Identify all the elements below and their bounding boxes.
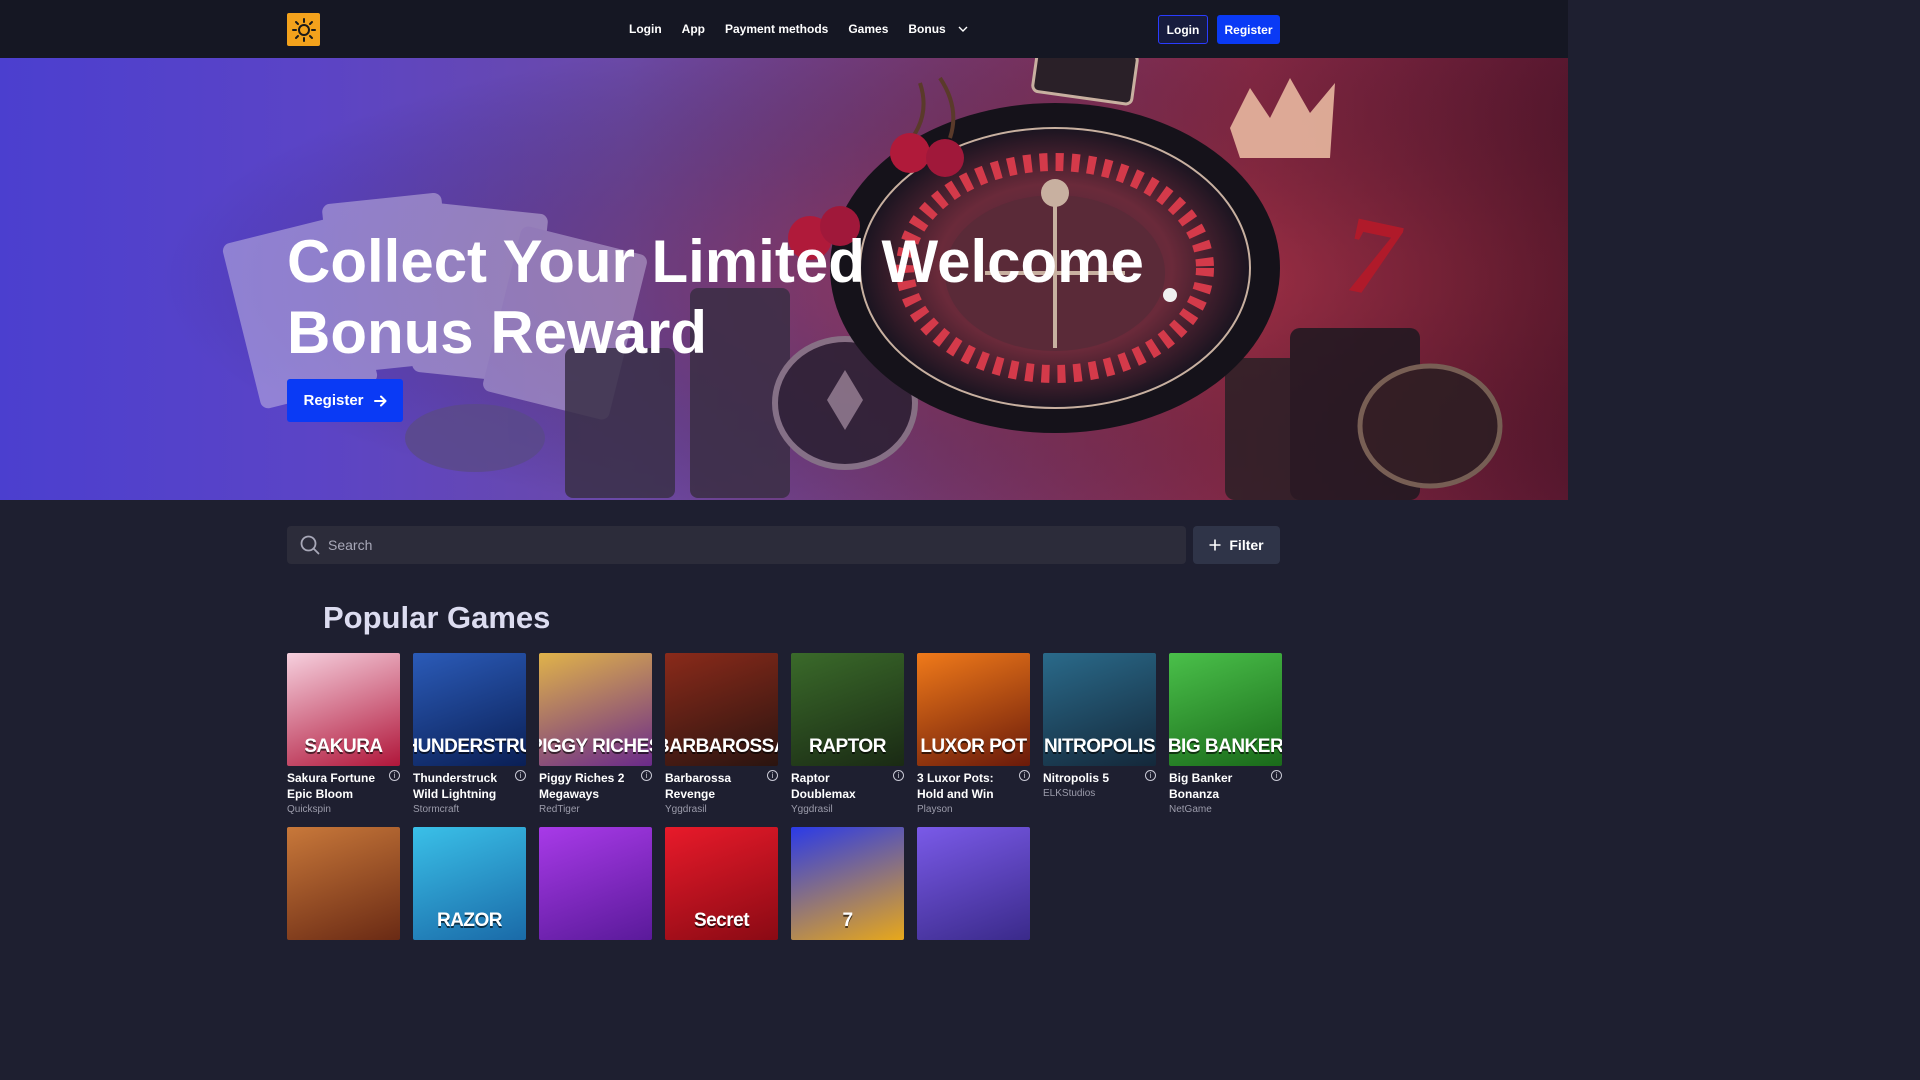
search-input[interactable]	[328, 537, 1148, 553]
game-logo-art: THUNDERSTRUC	[413, 736, 526, 757]
game-logo-art: 7	[842, 910, 853, 931]
game-thumbnail[interactable]: 7	[791, 827, 904, 940]
hero-register-label: Register	[303, 392, 364, 409]
game-meta: Sakura Fortune Epic Bloom Quickspin i	[287, 766, 400, 815]
game-card[interactable]: RAPTOR Raptor Doublemax Yggdrasil i	[791, 653, 904, 815]
hero-register-button[interactable]: Register	[287, 379, 403, 422]
game-meta: Big Banker Bonanza NetGame i	[1169, 766, 1282, 815]
game-title[interactable]: Piggy Riches 2 Megaways	[539, 770, 637, 802]
hero-title: Collect Your Limited Welcome Bonus Rewar…	[287, 228, 1144, 366]
game-card[interactable]: BARBAROSSA Barbarossa Revenge Yggdrasil i	[665, 653, 778, 815]
info-icon[interactable]: i	[641, 770, 652, 781]
section-title: Popular Games	[323, 600, 551, 635]
game-logo-art: RAZOR	[436, 910, 503, 931]
game-card[interactable]: BIG BANKER Big Banker Bonanza NetGame i	[1169, 653, 1282, 815]
register-button[interactable]: Register	[1217, 15, 1280, 44]
game-provider: Quickspin	[287, 804, 331, 815]
main-nav: Login App Payment methods Games Bonus	[629, 0, 968, 58]
game-title[interactable]: Sakura Fortune Epic Bloom	[287, 770, 385, 802]
game-card[interactable]: NITROPOLIS Nitropolis 5 ELKStudios i	[1043, 653, 1156, 815]
info-icon[interactable]: i	[1145, 770, 1156, 781]
game-title[interactable]: Big Banker Bonanza	[1169, 770, 1267, 802]
info-icon[interactable]: i	[515, 770, 526, 781]
game-meta: Raptor Doublemax Yggdrasil i	[791, 766, 904, 815]
game-meta: Nitropolis 5 ELKStudios i	[1043, 766, 1156, 799]
game-thumbnail[interactable]: Secret	[665, 827, 778, 940]
game-logo-art: Secret	[693, 910, 750, 931]
game-title[interactable]: Raptor Doublemax	[791, 770, 889, 802]
hero-banner: 7 Collect Your Limited Welcome Bonus Rew…	[0, 58, 1568, 500]
game-logo-art: NITROPOLIS	[1043, 736, 1156, 757]
game-card[interactable]: RAZOR	[413, 827, 526, 940]
game-thumbnail[interactable]: BARBAROSSA	[665, 653, 778, 766]
game-provider: Yggdrasil	[665, 804, 707, 815]
game-thumbnail[interactable]: RAPTOR	[791, 653, 904, 766]
game-card[interactable]: 7	[791, 827, 904, 940]
search-icon	[300, 535, 320, 555]
game-logo-art: BIG BANKER	[1169, 736, 1282, 757]
arrow-right-icon	[373, 395, 387, 406]
filter-button[interactable]: Filter	[1193, 526, 1280, 564]
info-icon[interactable]: i	[1019, 770, 1030, 781]
game-thumbnail[interactable]	[917, 827, 1030, 940]
game-provider: ELKStudios	[1043, 788, 1096, 799]
game-thumbnail[interactable]: PIGGY RICHES	[539, 653, 652, 766]
game-meta: Barbarossa Revenge Yggdrasil i	[665, 766, 778, 815]
game-card[interactable]	[287, 827, 400, 940]
site-logo[interactable]	[287, 13, 320, 46]
game-logo-art: RAPTOR	[809, 736, 886, 757]
game-provider: RedTiger	[539, 804, 580, 815]
sun-logo-icon	[291, 17, 316, 42]
game-title[interactable]: Thunderstruck Wild Lightning	[413, 770, 511, 802]
game-title[interactable]: Nitropolis 5	[1043, 770, 1141, 786]
search-bar	[287, 526, 1186, 564]
game-thumbnail[interactable]: BIG BANKER	[1169, 653, 1282, 766]
game-meta: Piggy Riches 2 Megaways RedTiger i	[539, 766, 652, 815]
info-icon[interactable]: i	[893, 770, 904, 781]
game-thumbnail[interactable]: LUXOR POT	[917, 653, 1030, 766]
nav-games[interactable]: Games	[848, 22, 888, 36]
game-card[interactable]: THUNDERSTRUC Thunderstruck Wild Lightning…	[413, 653, 526, 815]
game-title[interactable]: 3 Luxor Pots: Hold and Win	[917, 770, 1015, 802]
game-logo-art: SAKURA	[304, 736, 383, 757]
nav-app[interactable]: App	[682, 22, 705, 36]
game-card[interactable]: SAKURA Sakura Fortune Epic Bloom Quickspin…	[287, 653, 400, 815]
info-icon[interactable]: i	[389, 770, 400, 781]
game-thumbnail[interactable]: THUNDERSTRUC	[413, 653, 526, 766]
game-thumbnail[interactable]	[539, 827, 652, 940]
nav-payment-methods[interactable]: Payment methods	[725, 22, 828, 36]
plus-icon	[1209, 539, 1221, 551]
game-card[interactable]: PIGGY RICHES Piggy Riches 2 Megaways RedTi…	[539, 653, 652, 815]
login-button[interactable]: Login	[1158, 15, 1208, 44]
game-thumbnail[interactable]	[287, 827, 400, 940]
filter-label: Filter	[1229, 537, 1264, 553]
nav-bonus-dropdown[interactable]: Bonus	[908, 22, 968, 36]
nav-bonus-label: Bonus	[908, 22, 946, 36]
game-provider: Playson	[917, 804, 953, 815]
chevron-down-icon	[958, 26, 968, 32]
game-card[interactable]: LUXOR POT 3 Luxor Pots: Hold and Win Plays…	[917, 653, 1030, 815]
game-provider: Yggdrasil	[791, 804, 833, 815]
game-provider: Stormcraft	[413, 804, 460, 815]
game-logo-art: PIGGY RICHES	[539, 736, 652, 757]
game-card[interactable]: Secret	[665, 827, 778, 940]
game-logo-art: BARBAROSSA	[665, 736, 778, 757]
game-thumbnail[interactable]: SAKURA	[287, 653, 400, 766]
info-icon[interactable]: i	[767, 770, 778, 781]
game-provider: NetGame	[1169, 804, 1212, 815]
info-icon[interactable]: i	[1271, 770, 1282, 781]
game-card[interactable]	[917, 827, 1030, 940]
game-meta: 3 Luxor Pots: Hold and Win Playson i	[917, 766, 1030, 815]
game-thumbnail[interactable]: RAZOR	[413, 827, 526, 940]
game-thumbnail[interactable]: NITROPOLIS	[1043, 653, 1156, 766]
games-grid: SAKURA Sakura Fortune Epic Bloom Quickspin…	[287, 653, 1282, 940]
game-card[interactable]	[539, 827, 652, 940]
game-title[interactable]: Barbarossa Revenge	[665, 770, 763, 802]
top-navbar: Login App Payment methods Games Bonus Lo…	[0, 0, 1568, 58]
nav-login[interactable]: Login	[629, 22, 662, 36]
game-logo-art: LUXOR POT	[920, 736, 1027, 757]
game-meta: Thunderstruck Wild Lightning Stormcraft i	[413, 766, 526, 815]
